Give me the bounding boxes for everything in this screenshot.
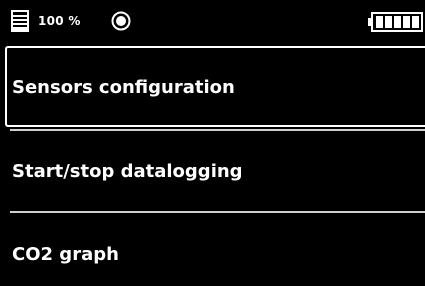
status-bar: 100 % — [0, 0, 425, 42]
menu-item-start-stop-datalogging[interactable]: Start/stop datalogging — [0, 128, 425, 212]
menu-item-label: Sensors configuration — [12, 77, 235, 98]
menu-item-label: CO2 graph — [12, 244, 119, 265]
record-icon — [111, 11, 131, 31]
menu-item-label: Start/stop datalogging — [12, 161, 243, 182]
battery-full-icon — [368, 12, 423, 32]
storage-percent: 100 % — [38, 14, 81, 28]
menu-item-sensors-configuration[interactable]: Sensors configuration — [0, 43, 425, 128]
storage-card-icon — [11, 10, 29, 32]
menu-item-co2-graph[interactable]: CO2 graph — [0, 212, 425, 286]
